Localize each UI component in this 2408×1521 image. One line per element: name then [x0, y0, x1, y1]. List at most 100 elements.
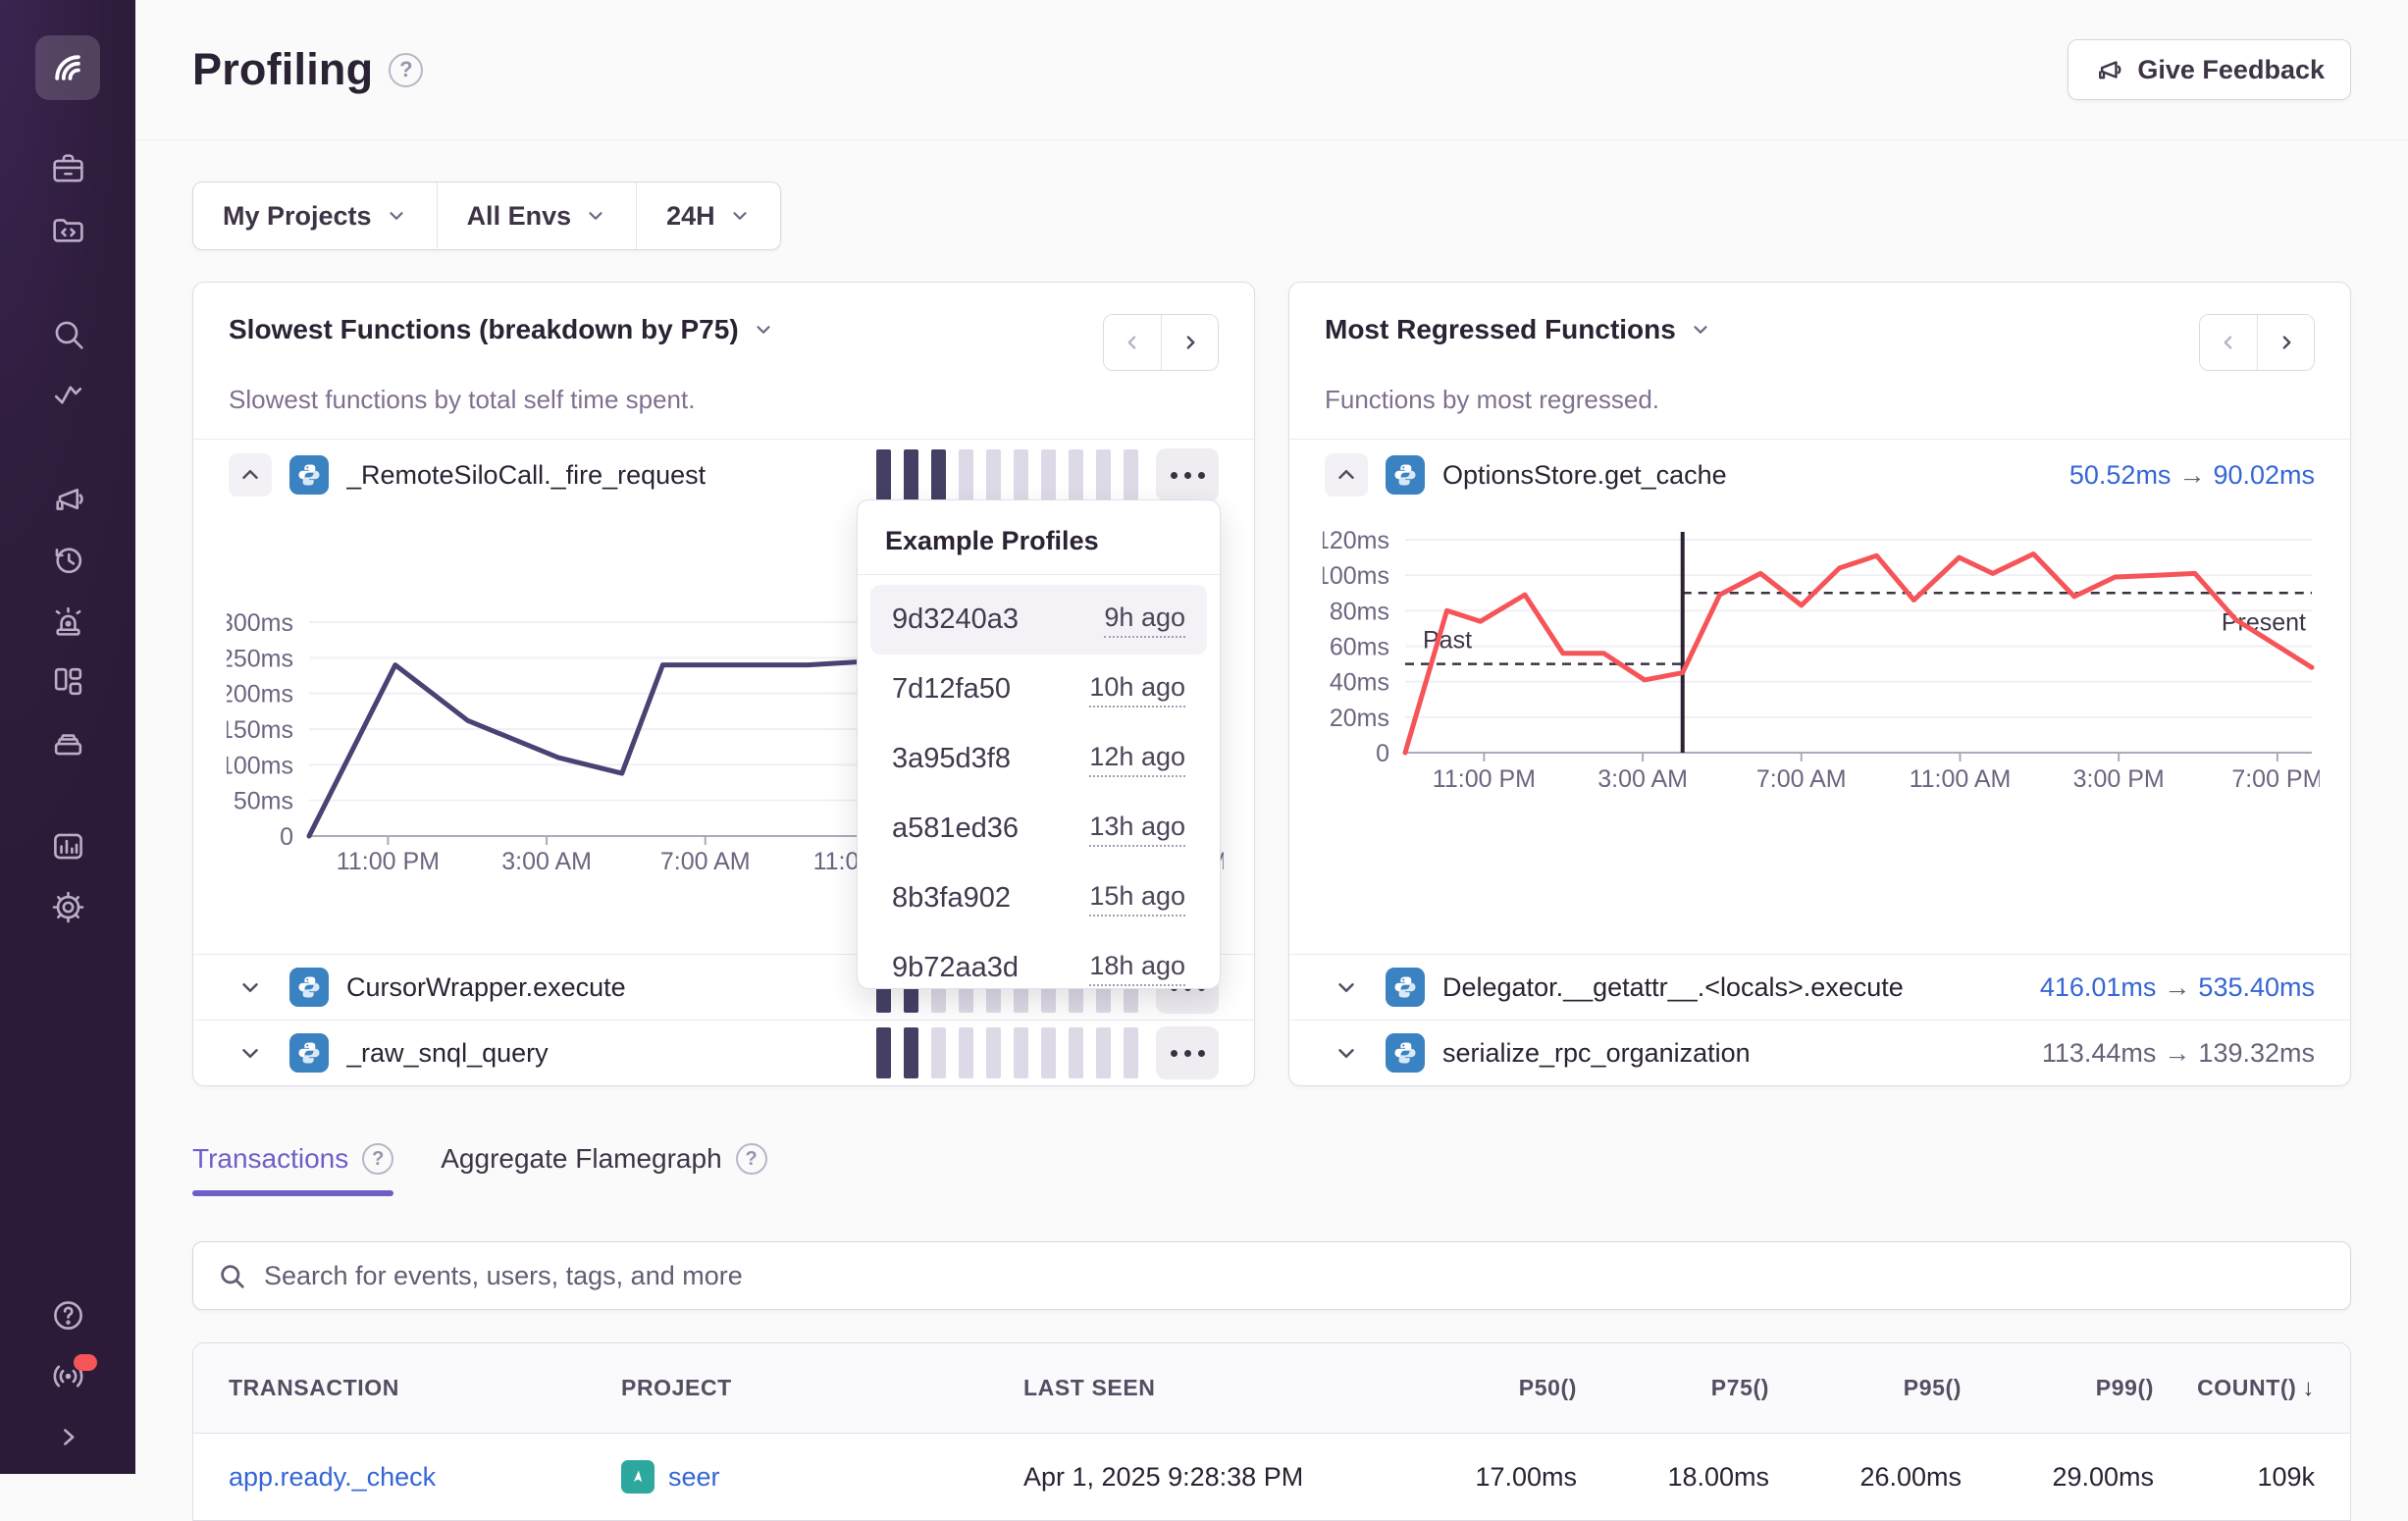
- svg-text:300ms: 300ms: [227, 609, 293, 637]
- environment-filter[interactable]: All Envs: [437, 183, 637, 249]
- profile-item[interactable]: 8b3fa902 15h ago: [870, 864, 1207, 933]
- whats-new-icon[interactable]: [44, 1352, 91, 1399]
- feedback-icon[interactable]: [44, 475, 91, 522]
- column-last-seen[interactable]: LAST SEEN: [1023, 1375, 1385, 1401]
- projects-icon[interactable]: [44, 206, 91, 253]
- profile-id[interactable]: a581ed36: [892, 813, 1019, 845]
- panel-header: Most Regressed Functions Functions by mo…: [1289, 283, 2350, 440]
- megaphone-icon: [2094, 55, 2123, 84]
- before-duration-link[interactable]: 416.01ms: [2040, 972, 2157, 1002]
- tab-aggregate-flamegraph[interactable]: Aggregate Flamegraph ?: [441, 1143, 766, 1196]
- p50-cell: 17.00ms: [1385, 1462, 1577, 1493]
- function-name[interactable]: _RemoteSiloCall._fire_request: [346, 460, 859, 491]
- collapse-row-button[interactable]: [1325, 453, 1368, 497]
- more-options-button[interactable]: [1156, 448, 1219, 501]
- profile-id[interactable]: 9b72aa3d: [892, 952, 1019, 984]
- profile-age-link[interactable]: 18h ago: [1089, 951, 1185, 986]
- svg-text:40ms: 40ms: [1330, 669, 1389, 697]
- expand-row-button[interactable]: [229, 1031, 272, 1075]
- collapse-row-button[interactable]: [229, 453, 272, 497]
- svg-text:20ms: 20ms: [1330, 705, 1389, 732]
- collapse-icon[interactable]: [44, 1413, 91, 1460]
- next-page-button[interactable]: [2257, 315, 2314, 370]
- explore-icon[interactable]: [44, 310, 91, 357]
- page-help-icon[interactable]: ?: [389, 53, 423, 87]
- profile-item[interactable]: 9b72aa3d 18h ago: [870, 933, 1207, 1003]
- prev-page-button[interactable]: [1104, 315, 1161, 370]
- column-p50[interactable]: P50(): [1385, 1375, 1577, 1401]
- prev-page-button[interactable]: [2200, 315, 2257, 370]
- expand-row-button[interactable]: [229, 966, 272, 1009]
- column-p75[interactable]: P75(): [1577, 1375, 1769, 1401]
- after-duration-link[interactable]: 535.40ms: [2198, 972, 2315, 1002]
- column-p99[interactable]: P99(): [1962, 1375, 2154, 1401]
- profile-id[interactable]: 9d3240a3: [892, 603, 1019, 636]
- project-link[interactable]: seer: [668, 1462, 720, 1493]
- tab-bar: Transactions ? Aggregate Flamegraph ?: [192, 1143, 2351, 1196]
- content: My Projects All Envs 24H Slowest Functio…: [135, 140, 2408, 1521]
- replays-icon[interactable]: [44, 536, 91, 583]
- most-regressed-title-dropdown[interactable]: Most Regressed Functions: [1325, 314, 1711, 345]
- project-filter[interactable]: My Projects: [193, 183, 437, 249]
- column-count[interactable]: COUNT()↓: [2154, 1375, 2315, 1402]
- function-name[interactable]: CursorWrapper.execute: [346, 972, 859, 1003]
- column-project[interactable]: PROJECT: [621, 1375, 1023, 1401]
- profile-age-link[interactable]: 12h ago: [1089, 742, 1185, 777]
- profile-age-link[interactable]: 15h ago: [1089, 881, 1185, 917]
- expand-row-button[interactable]: [1325, 1031, 1368, 1075]
- give-feedback-button[interactable]: Give Feedback: [2068, 39, 2351, 100]
- panel-header: Slowest Functions (breakdown by P75) Slo…: [193, 283, 1254, 440]
- after-duration-link[interactable]: 90.02ms: [2213, 460, 2315, 490]
- more-options-button[interactable]: [1156, 1026, 1219, 1079]
- sentry-logo[interactable]: [35, 35, 100, 100]
- alerts-icon[interactable]: [44, 597, 91, 644]
- function-name[interactable]: Delegator.__getattr__.<locals>.execute: [1442, 972, 2022, 1003]
- traces-icon[interactable]: [44, 371, 91, 418]
- svg-text:120ms: 120ms: [1323, 527, 1389, 554]
- function-name[interactable]: OptionsStore.get_cache: [1442, 460, 2052, 491]
- profile-id[interactable]: 7d12fa50: [892, 673, 1011, 706]
- svg-text:80ms: 80ms: [1330, 598, 1389, 625]
- dashboards-icon[interactable]: [44, 657, 91, 705]
- function-name[interactable]: _raw_snql_query: [346, 1038, 859, 1069]
- regression-values: 50.52ms→90.02ms: [2069, 460, 2315, 491]
- panel-pagination: [1103, 314, 1219, 371]
- before-duration-link[interactable]: 50.52ms: [2069, 460, 2172, 490]
- chevron-down-icon: [729, 205, 751, 227]
- help-icon[interactable]: [44, 1291, 91, 1338]
- profile-item[interactable]: 9d3240a3 9h ago: [870, 585, 1207, 655]
- slowest-functions-title-dropdown[interactable]: Slowest Functions (breakdown by P75): [229, 314, 774, 345]
- transaction-link[interactable]: app.ready._check: [229, 1462, 436, 1492]
- svg-text:Present: Present: [2222, 608, 2306, 636]
- profile-age-link[interactable]: 10h ago: [1089, 672, 1185, 708]
- expand-row-button[interactable]: [1325, 966, 1368, 1009]
- tab-help-icon[interactable]: ?: [362, 1143, 393, 1175]
- releases-icon[interactable]: [44, 718, 91, 765]
- issues-icon[interactable]: [44, 145, 91, 192]
- tab-transactions[interactable]: Transactions ?: [192, 1143, 393, 1196]
- profile-item[interactable]: 3a95d3f8 12h ago: [870, 724, 1207, 794]
- profile-age-link[interactable]: 13h ago: [1089, 812, 1185, 847]
- date-range-filter[interactable]: 24H: [636, 183, 780, 249]
- tab-help-icon[interactable]: ?: [736, 1143, 767, 1175]
- profile-item[interactable]: 7d12fa50 10h ago: [870, 655, 1207, 724]
- column-transaction[interactable]: TRANSACTION: [229, 1375, 621, 1401]
- column-p95[interactable]: P95(): [1769, 1375, 1962, 1401]
- panel-subtitle: Slowest functions by total self time spe…: [229, 385, 1219, 415]
- next-page-button[interactable]: [1161, 315, 1218, 370]
- profile-age-link[interactable]: 9h ago: [1104, 603, 1185, 638]
- project-cell: seer: [621, 1460, 1023, 1494]
- svg-text:3:00 AM: 3:00 AM: [501, 848, 592, 875]
- profile-item[interactable]: a581ed36 13h ago: [870, 794, 1207, 864]
- profile-id[interactable]: 3a95d3f8: [892, 743, 1011, 775]
- function-name[interactable]: serialize_rpc_organization: [1442, 1038, 2024, 1069]
- chevron-down-icon: [386, 205, 407, 227]
- settings-icon[interactable]: [44, 883, 91, 930]
- widget-panels: Slowest Functions (breakdown by P75) Slo…: [192, 282, 2351, 1086]
- table-row[interactable]: app.ready._check seer Apr 1, 2025 9:28:3…: [193, 1434, 2350, 1520]
- stats-icon[interactable]: [44, 822, 91, 869]
- python-icon: [1386, 968, 1425, 1007]
- search-input[interactable]: [264, 1261, 2327, 1291]
- profile-id[interactable]: 8b3fa902: [892, 882, 1011, 915]
- profile-count-sparkline: [876, 449, 1138, 500]
